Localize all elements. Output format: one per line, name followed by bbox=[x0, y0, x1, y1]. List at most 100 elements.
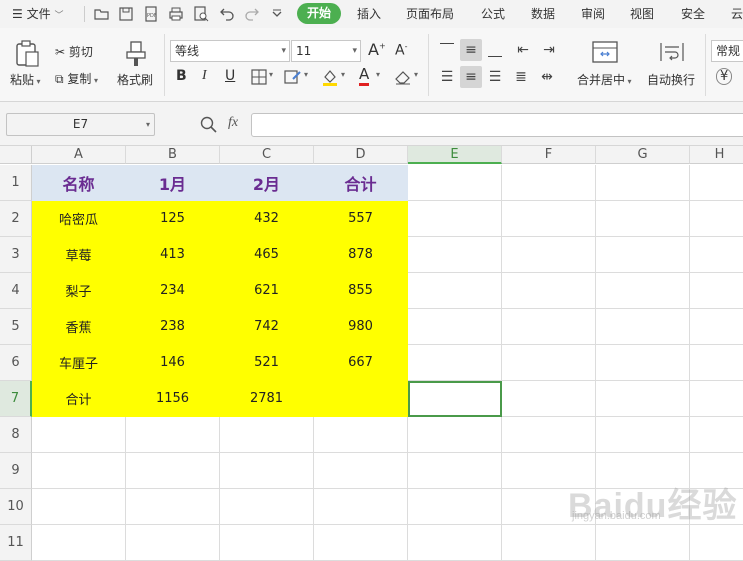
cell-h5[interactable] bbox=[690, 309, 743, 345]
align-left-icon[interactable]: ☰ bbox=[436, 66, 458, 88]
font-name-select[interactable]: 等线 ▾ bbox=[170, 40, 290, 62]
cell-h6[interactable] bbox=[690, 345, 743, 381]
tab-security[interactable]: 安全 bbox=[681, 0, 705, 28]
column-header-g[interactable]: G bbox=[596, 146, 690, 164]
cell-a9[interactable] bbox=[32, 453, 126, 489]
column-header-e[interactable]: E bbox=[408, 146, 502, 164]
cell-b4[interactable]: 234 bbox=[126, 273, 220, 309]
row-header-2[interactable]: 2 bbox=[0, 201, 32, 237]
cell-a10[interactable] bbox=[32, 489, 126, 525]
row-header-3[interactable]: 3 bbox=[0, 237, 32, 273]
row-header-11[interactable]: 11 bbox=[0, 525, 32, 561]
cell-c11[interactable] bbox=[220, 525, 314, 561]
align-center-icon[interactable]: ≡ bbox=[460, 66, 482, 88]
clear-format-icon[interactable] bbox=[394, 69, 412, 85]
cell-e5[interactable] bbox=[408, 309, 502, 345]
chevron-down-icon[interactable]: ▾ bbox=[376, 70, 380, 79]
cell-g8[interactable] bbox=[596, 417, 690, 453]
cell-g7[interactable] bbox=[596, 381, 690, 417]
cell-a2[interactable]: 哈密瓜 bbox=[32, 201, 126, 237]
insert-function-icon[interactable]: fx bbox=[228, 115, 238, 131]
tab-page-layout[interactable]: 页面布局 bbox=[406, 0, 454, 28]
cell-c6[interactable]: 521 bbox=[220, 345, 314, 381]
undo-icon[interactable] bbox=[219, 6, 235, 22]
merge-center-icon[interactable] bbox=[592, 41, 618, 63]
cell-g2[interactable] bbox=[596, 201, 690, 237]
row-header-1[interactable]: 1 bbox=[0, 165, 32, 201]
bold-icon[interactable]: B bbox=[176, 68, 187, 84]
cell-d9[interactable] bbox=[314, 453, 408, 489]
wrap-text-icon[interactable] bbox=[659, 41, 685, 63]
wrap-text-label[interactable]: 自动换行 bbox=[647, 71, 695, 88]
cell-e6[interactable] bbox=[408, 345, 502, 381]
cell-e4[interactable] bbox=[408, 273, 502, 309]
cell-d7[interactable] bbox=[314, 381, 408, 417]
chevron-down-icon[interactable]: ▾ bbox=[269, 70, 273, 79]
cell-e11[interactable] bbox=[408, 525, 502, 561]
fill-color-icon[interactable] bbox=[321, 68, 339, 86]
cell-d2[interactable]: 557 bbox=[314, 201, 408, 237]
cell-b3[interactable]: 413 bbox=[126, 237, 220, 273]
cell-a8[interactable] bbox=[32, 417, 126, 453]
copy-button[interactable]: ⧉ 复制 ▾ bbox=[55, 70, 98, 87]
cell-e1[interactable] bbox=[408, 165, 502, 201]
cell-g3[interactable] bbox=[596, 237, 690, 273]
column-header-d[interactable]: D bbox=[314, 146, 408, 164]
cell-g5[interactable] bbox=[596, 309, 690, 345]
row-header-8[interactable]: 8 bbox=[0, 417, 32, 453]
cell-b7[interactable]: 1156 bbox=[126, 381, 220, 417]
cell-d10[interactable] bbox=[314, 489, 408, 525]
decrease-font-size-icon[interactable]: A- bbox=[395, 42, 407, 59]
chevron-down-icon[interactable]: ▾ bbox=[414, 70, 418, 79]
tab-cloud[interactable]: 云 bbox=[731, 0, 743, 28]
cell-h3[interactable] bbox=[690, 237, 743, 273]
redo-icon[interactable] bbox=[244, 6, 260, 22]
justify-icon[interactable]: ≣ bbox=[510, 66, 532, 88]
select-all-corner[interactable] bbox=[0, 146, 32, 164]
column-header-f[interactable]: F bbox=[502, 146, 596, 164]
cell-b9[interactable] bbox=[126, 453, 220, 489]
cell-a4[interactable]: 梨子 bbox=[32, 273, 126, 309]
tab-view[interactable]: 视图 bbox=[630, 0, 654, 28]
cell-e2[interactable] bbox=[408, 201, 502, 237]
row-header-9[interactable]: 9 bbox=[0, 453, 32, 489]
cell-c2[interactable]: 432 bbox=[220, 201, 314, 237]
increase-font-size-icon[interactable]: A+ bbox=[368, 40, 386, 59]
cell-e7[interactable] bbox=[408, 381, 502, 417]
cell-b11[interactable] bbox=[126, 525, 220, 561]
underline-icon[interactable]: U bbox=[225, 68, 235, 84]
cell-b10[interactable] bbox=[126, 489, 220, 525]
chevron-down-icon[interactable]: ▾ bbox=[304, 70, 308, 79]
paste-icon[interactable] bbox=[14, 40, 40, 68]
distributed-align-icon[interactable]: ⇹ bbox=[536, 66, 558, 88]
name-box[interactable]: E7 ▾ bbox=[6, 113, 155, 136]
cell-h11[interactable] bbox=[690, 525, 743, 561]
formula-input[interactable] bbox=[251, 113, 743, 137]
tab-home[interactable]: 开始 bbox=[297, 3, 342, 24]
cell-d4[interactable]: 855 bbox=[314, 273, 408, 309]
increase-indent-icon[interactable]: ⇥ bbox=[538, 39, 560, 61]
cell-f2[interactable] bbox=[502, 201, 596, 237]
cell-h4[interactable] bbox=[690, 273, 743, 309]
column-header-a[interactable]: A bbox=[32, 146, 126, 164]
row-header-6[interactable]: 6 bbox=[0, 345, 32, 381]
cell-g11[interactable] bbox=[596, 525, 690, 561]
chevron-down-icon[interactable]: ▾ bbox=[341, 70, 345, 79]
cell-e9[interactable] bbox=[408, 453, 502, 489]
cell-d1[interactable]: 合计 bbox=[314, 165, 408, 201]
cell-f6[interactable] bbox=[502, 345, 596, 381]
main-menu-button[interactable]: ☰ 文件 ﹀ bbox=[12, 0, 63, 28]
print-icon[interactable] bbox=[168, 6, 184, 22]
align-top-icon[interactable]: ⎺ bbox=[436, 39, 458, 61]
cell-h8[interactable] bbox=[690, 417, 743, 453]
cell-d3[interactable]: 878 bbox=[314, 237, 408, 273]
cell-g6[interactable] bbox=[596, 345, 690, 381]
export-pdf-icon[interactable]: PDF bbox=[143, 6, 159, 22]
cell-f4[interactable] bbox=[502, 273, 596, 309]
cell-a3[interactable]: 草莓 bbox=[32, 237, 126, 273]
row-header-10[interactable]: 10 bbox=[0, 489, 32, 525]
cell-f8[interactable] bbox=[502, 417, 596, 453]
row-header-5[interactable]: 5 bbox=[0, 309, 32, 345]
cell-h2[interactable] bbox=[690, 201, 743, 237]
cell-c8[interactable] bbox=[220, 417, 314, 453]
